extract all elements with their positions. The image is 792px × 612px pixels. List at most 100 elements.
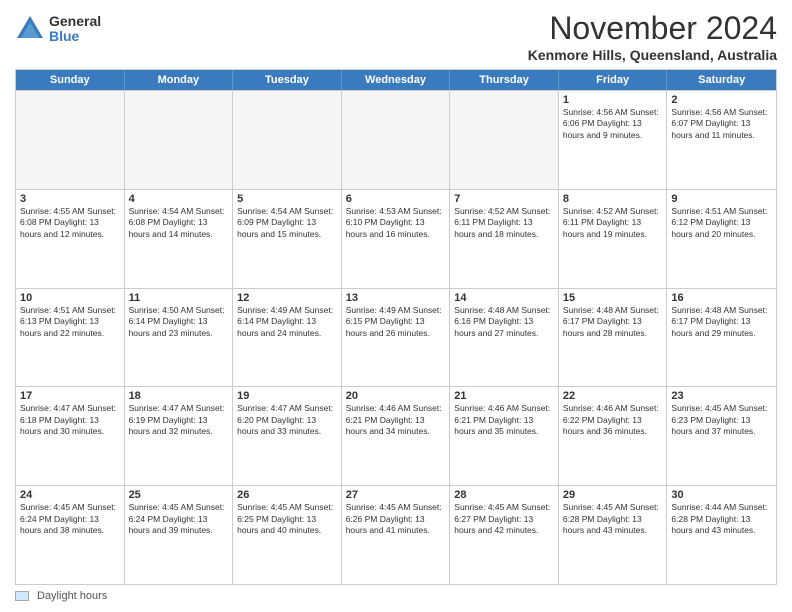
calendar-cell-1-7: 2Sunrise: 4:56 AM Sunset: 6:07 PM Daylig… bbox=[667, 91, 776, 189]
day-number: 25 bbox=[129, 489, 229, 501]
calendar-cell-1-4 bbox=[342, 91, 451, 189]
calendar-cell-2-5: 7Sunrise: 4:52 AM Sunset: 6:11 PM Daylig… bbox=[450, 190, 559, 288]
calendar-cell-4-4: 20Sunrise: 4:46 AM Sunset: 6:21 PM Dayli… bbox=[342, 387, 451, 485]
calendar-cell-5-1: 24Sunrise: 4:45 AM Sunset: 6:24 PM Dayli… bbox=[16, 486, 125, 584]
col-header-monday: Monday bbox=[125, 70, 234, 90]
day-info: Sunrise: 4:54 AM Sunset: 6:08 PM Dayligh… bbox=[129, 206, 229, 240]
logo-icon bbox=[15, 14, 45, 44]
calendar-body: 1Sunrise: 4:56 AM Sunset: 6:06 PM Daylig… bbox=[16, 90, 776, 584]
calendar-row-5: 24Sunrise: 4:45 AM Sunset: 6:24 PM Dayli… bbox=[16, 485, 776, 584]
logo: General Blue bbox=[15, 14, 101, 45]
calendar-cell-5-4: 27Sunrise: 4:45 AM Sunset: 6:26 PM Dayli… bbox=[342, 486, 451, 584]
day-info: Sunrise: 4:55 AM Sunset: 6:08 PM Dayligh… bbox=[20, 206, 120, 240]
calendar-cell-1-6: 1Sunrise: 4:56 AM Sunset: 6:06 PM Daylig… bbox=[559, 91, 668, 189]
day-number: 1 bbox=[563, 94, 663, 106]
day-number: 10 bbox=[20, 292, 120, 304]
day-info: Sunrise: 4:45 AM Sunset: 6:26 PM Dayligh… bbox=[346, 502, 446, 536]
day-number: 19 bbox=[237, 390, 337, 402]
day-number: 29 bbox=[563, 489, 663, 501]
calendar-cell-4-7: 23Sunrise: 4:45 AM Sunset: 6:23 PM Dayli… bbox=[667, 387, 776, 485]
day-info: Sunrise: 4:52 AM Sunset: 6:11 PM Dayligh… bbox=[454, 206, 554, 240]
calendar-cell-3-5: 14Sunrise: 4:48 AM Sunset: 6:16 PM Dayli… bbox=[450, 289, 559, 387]
day-info: Sunrise: 4:47 AM Sunset: 6:19 PM Dayligh… bbox=[129, 403, 229, 437]
day-info: Sunrise: 4:45 AM Sunset: 6:27 PM Dayligh… bbox=[454, 502, 554, 536]
footer: Daylight hours bbox=[15, 590, 777, 602]
calendar-cell-5-3: 26Sunrise: 4:45 AM Sunset: 6:25 PM Dayli… bbox=[233, 486, 342, 584]
calendar-cell-4-2: 18Sunrise: 4:47 AM Sunset: 6:19 PM Dayli… bbox=[125, 387, 234, 485]
day-info: Sunrise: 4:48 AM Sunset: 6:17 PM Dayligh… bbox=[563, 305, 663, 339]
day-info: Sunrise: 4:56 AM Sunset: 6:07 PM Dayligh… bbox=[671, 107, 772, 141]
day-info: Sunrise: 4:45 AM Sunset: 6:23 PM Dayligh… bbox=[671, 403, 772, 437]
logo-general-text: General bbox=[49, 14, 101, 29]
day-info: Sunrise: 4:45 AM Sunset: 6:28 PM Dayligh… bbox=[563, 502, 663, 536]
day-number: 6 bbox=[346, 193, 446, 205]
calendar-cell-5-7: 30Sunrise: 4:44 AM Sunset: 6:28 PM Dayli… bbox=[667, 486, 776, 584]
day-info: Sunrise: 4:49 AM Sunset: 6:15 PM Dayligh… bbox=[346, 305, 446, 339]
title-area: November 2024 Kenmore Hills, Queensland,… bbox=[528, 10, 777, 63]
page: General Blue November 2024 Kenmore Hills… bbox=[0, 0, 792, 612]
calendar: SundayMondayTuesdayWednesdayThursdayFrid… bbox=[15, 69, 777, 585]
day-info: Sunrise: 4:45 AM Sunset: 6:24 PM Dayligh… bbox=[20, 502, 120, 536]
calendar-cell-2-7: 9Sunrise: 4:51 AM Sunset: 6:12 PM Daylig… bbox=[667, 190, 776, 288]
day-info: Sunrise: 4:50 AM Sunset: 6:14 PM Dayligh… bbox=[129, 305, 229, 339]
calendar-row-2: 3Sunrise: 4:55 AM Sunset: 6:08 PM Daylig… bbox=[16, 189, 776, 288]
day-number: 17 bbox=[20, 390, 120, 402]
day-number: 26 bbox=[237, 489, 337, 501]
calendar-cell-2-4: 6Sunrise: 4:53 AM Sunset: 6:10 PM Daylig… bbox=[342, 190, 451, 288]
calendar-cell-5-6: 29Sunrise: 4:45 AM Sunset: 6:28 PM Dayli… bbox=[559, 486, 668, 584]
logo-text: General Blue bbox=[49, 14, 101, 45]
day-number: 24 bbox=[20, 489, 120, 501]
calendar-cell-1-2 bbox=[125, 91, 234, 189]
col-header-friday: Friday bbox=[559, 70, 668, 90]
calendar-cell-2-6: 8Sunrise: 4:52 AM Sunset: 6:11 PM Daylig… bbox=[559, 190, 668, 288]
day-info: Sunrise: 4:44 AM Sunset: 6:28 PM Dayligh… bbox=[671, 502, 772, 536]
day-info: Sunrise: 4:56 AM Sunset: 6:06 PM Dayligh… bbox=[563, 107, 663, 141]
day-number: 5 bbox=[237, 193, 337, 205]
day-number: 4 bbox=[129, 193, 229, 205]
day-number: 18 bbox=[129, 390, 229, 402]
day-info: Sunrise: 4:46 AM Sunset: 6:21 PM Dayligh… bbox=[346, 403, 446, 437]
col-header-sunday: Sunday bbox=[16, 70, 125, 90]
legend-box bbox=[15, 591, 29, 601]
day-info: Sunrise: 4:46 AM Sunset: 6:21 PM Dayligh… bbox=[454, 403, 554, 437]
calendar-cell-3-6: 15Sunrise: 4:48 AM Sunset: 6:17 PM Dayli… bbox=[559, 289, 668, 387]
day-number: 11 bbox=[129, 292, 229, 304]
day-number: 27 bbox=[346, 489, 446, 501]
calendar-cell-3-1: 10Sunrise: 4:51 AM Sunset: 6:13 PM Dayli… bbox=[16, 289, 125, 387]
day-number: 20 bbox=[346, 390, 446, 402]
day-number: 21 bbox=[454, 390, 554, 402]
location-subtitle: Kenmore Hills, Queensland, Australia bbox=[528, 47, 777, 63]
calendar-cell-1-1 bbox=[16, 91, 125, 189]
day-info: Sunrise: 4:53 AM Sunset: 6:10 PM Dayligh… bbox=[346, 206, 446, 240]
calendar-cell-3-2: 11Sunrise: 4:50 AM Sunset: 6:14 PM Dayli… bbox=[125, 289, 234, 387]
calendar-cell-2-3: 5Sunrise: 4:54 AM Sunset: 6:09 PM Daylig… bbox=[233, 190, 342, 288]
day-info: Sunrise: 4:46 AM Sunset: 6:22 PM Dayligh… bbox=[563, 403, 663, 437]
calendar-row-3: 10Sunrise: 4:51 AM Sunset: 6:13 PM Dayli… bbox=[16, 288, 776, 387]
day-info: Sunrise: 4:47 AM Sunset: 6:18 PM Dayligh… bbox=[20, 403, 120, 437]
day-info: Sunrise: 4:49 AM Sunset: 6:14 PM Dayligh… bbox=[237, 305, 337, 339]
day-number: 13 bbox=[346, 292, 446, 304]
day-number: 2 bbox=[671, 94, 772, 106]
col-header-thursday: Thursday bbox=[450, 70, 559, 90]
day-info: Sunrise: 4:54 AM Sunset: 6:09 PM Dayligh… bbox=[237, 206, 337, 240]
day-info: Sunrise: 4:48 AM Sunset: 6:17 PM Dayligh… bbox=[671, 305, 772, 339]
calendar-cell-1-3 bbox=[233, 91, 342, 189]
day-number: 14 bbox=[454, 292, 554, 304]
calendar-row-1: 1Sunrise: 4:56 AM Sunset: 6:06 PM Daylig… bbox=[16, 90, 776, 189]
day-info: Sunrise: 4:47 AM Sunset: 6:20 PM Dayligh… bbox=[237, 403, 337, 437]
month-title: November 2024 bbox=[528, 10, 777, 47]
day-number: 15 bbox=[563, 292, 663, 304]
day-number: 8 bbox=[563, 193, 663, 205]
day-number: 16 bbox=[671, 292, 772, 304]
col-header-wednesday: Wednesday bbox=[342, 70, 451, 90]
calendar-cell-4-3: 19Sunrise: 4:47 AM Sunset: 6:20 PM Dayli… bbox=[233, 387, 342, 485]
logo-blue-text: Blue bbox=[49, 29, 101, 44]
day-info: Sunrise: 4:45 AM Sunset: 6:25 PM Dayligh… bbox=[237, 502, 337, 536]
calendar-cell-5-2: 25Sunrise: 4:45 AM Sunset: 6:24 PM Dayli… bbox=[125, 486, 234, 584]
calendar-cell-5-5: 28Sunrise: 4:45 AM Sunset: 6:27 PM Dayli… bbox=[450, 486, 559, 584]
day-number: 9 bbox=[671, 193, 772, 205]
day-number: 7 bbox=[454, 193, 554, 205]
calendar-header: SundayMondayTuesdayWednesdayThursdayFrid… bbox=[16, 70, 776, 90]
calendar-cell-1-5 bbox=[450, 91, 559, 189]
col-header-tuesday: Tuesday bbox=[233, 70, 342, 90]
